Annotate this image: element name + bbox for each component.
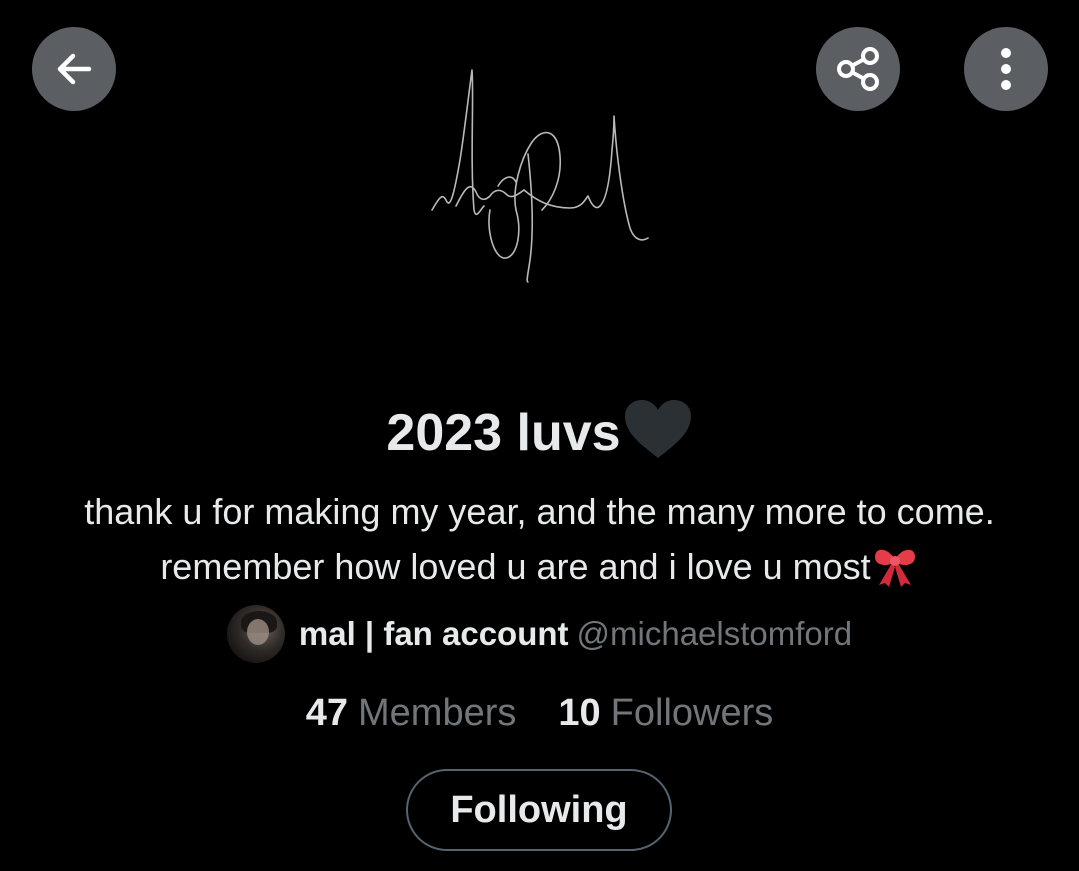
- more-options-button[interactable]: [964, 27, 1048, 111]
- more-vertical-icon: [1001, 48, 1011, 90]
- members-stat[interactable]: 47 Members: [306, 686, 517, 740]
- followers-label: Followers: [610, 692, 774, 734]
- signature-image: [431, 69, 649, 283]
- owner-row[interactable]: mal | fan account @michaelstomford: [0, 603, 1079, 665]
- members-label: Members: [358, 692, 517, 734]
- arrow-left-icon: [57, 53, 92, 85]
- list-profile-page: 2023 luvs thank u for making my year, an…: [0, 0, 1079, 871]
- black-heart-icon: [623, 398, 693, 478]
- community-title: 2023 luvs: [386, 404, 621, 462]
- avatar[interactable]: [226, 605, 285, 663]
- back-button[interactable]: [32, 27, 116, 111]
- share-button[interactable]: [816, 27, 900, 111]
- members-count: 47: [305, 692, 348, 734]
- banner: [0, 0, 1079, 380]
- followers-stat[interactable]: 10 Followers: [558, 686, 773, 740]
- community-description: thank u for making my year, and the many…: [84, 491, 995, 587]
- followers-count: 10: [558, 692, 601, 734]
- ribbon-bow-icon: [871, 541, 919, 604]
- community-description-container: thank u for making my year, and the many…: [30, 484, 1049, 604]
- owner-handle[interactable]: @michaelstomford: [577, 615, 853, 653]
- following-button[interactable]: Following: [406, 769, 672, 851]
- stats-row: 47 Members 10 Followers: [0, 686, 1079, 740]
- share-icon: [837, 47, 879, 91]
- community-title-row: 2023 luvs: [0, 398, 1079, 478]
- owner-name[interactable]: mal | fan account: [299, 615, 569, 653]
